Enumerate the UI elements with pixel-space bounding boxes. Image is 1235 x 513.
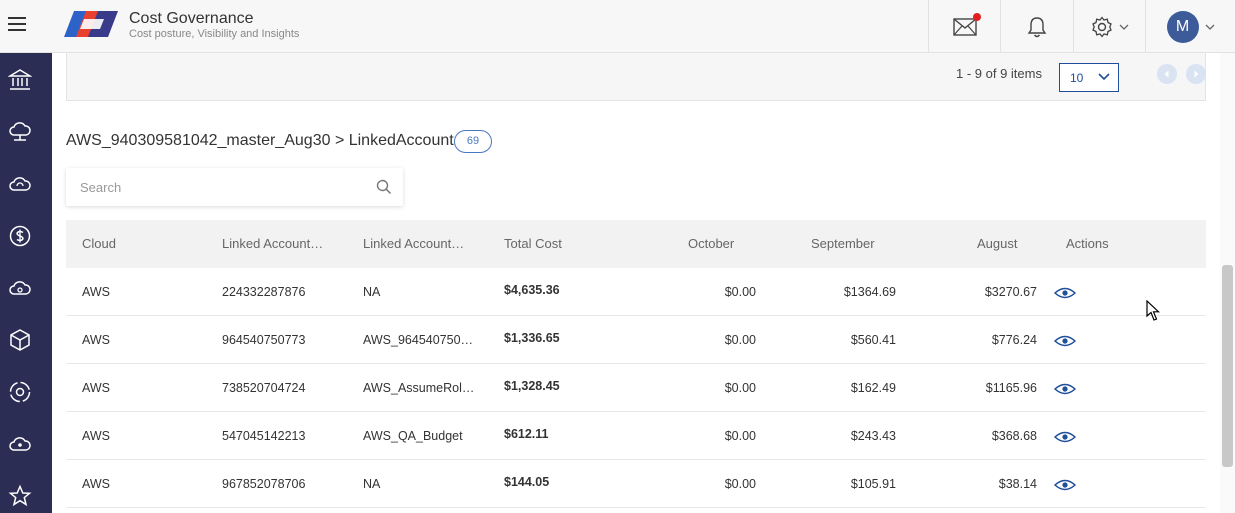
items-count: 1 - 9 of 9 items: [956, 66, 1042, 81]
view-eye-icon[interactable]: [1054, 287, 1076, 299]
cell-total-cost: $1,336.65: [504, 331, 560, 345]
user-menu-button[interactable]: M: [1145, 0, 1235, 53]
table-row: AWS 224332287876 NA $4,635.36 $0.00 $136…: [66, 268, 1206, 316]
settings-button[interactable]: [1073, 0, 1145, 53]
cell-august: $38.14: [998, 477, 1037, 491]
page-size-value: 10: [1070, 71, 1084, 85]
cloud-sync-icon[interactable]: [8, 172, 32, 196]
breadcrumb: AWS_940309581042_master_Aug30 > LinkedAc…: [66, 132, 454, 149]
search-icon[interactable]: [376, 179, 392, 195]
cell-october: $0.00: [724, 477, 756, 491]
table-row: AWS 964540750773 AWS_964540750… $1,336.6…: [66, 316, 1206, 364]
pagination-panel: 1 - 9 of 9 items 10: [66, 53, 1206, 101]
mail-icon: [952, 17, 977, 36]
cell-september: $105.91: [850, 477, 896, 491]
cell-september: $162.49: [850, 381, 896, 395]
column-header-linked-account-name[interactable]: Linked Account…: [363, 236, 464, 251]
table-row: AWS 967852078706 NA $144.05 $0.00 $105.9…: [66, 460, 1206, 508]
cell-august: $3270.67: [984, 285, 1037, 299]
count-badge: 69: [454, 130, 492, 153]
app-logo: [64, 11, 118, 37]
cell-account-name: NA: [363, 285, 381, 299]
cell-october: $0.00: [724, 285, 756, 299]
cell-october: $0.00: [724, 333, 756, 347]
chevron-down-icon: [1205, 24, 1214, 30]
column-header-actions: Actions: [1066, 236, 1109, 251]
top-header: Cost Governance Cost posture, Visibility…: [0, 0, 1235, 53]
prev-page-button[interactable]: [1157, 64, 1177, 84]
app-title: Cost Governance: [129, 10, 254, 27]
cell-total-cost: $612.11: [504, 427, 549, 441]
avatar: M: [1166, 10, 1199, 43]
column-header-cloud[interactable]: Cloud: [82, 236, 116, 251]
mail-button[interactable]: [928, 0, 1000, 53]
column-header-september[interactable]: September: [811, 236, 875, 251]
cell-account-id: 738520704724: [222, 381, 306, 395]
cell-cloud: AWS: [82, 381, 111, 395]
main-content: 1 - 9 of 9 items 10 AWS_940309581042_mas…: [52, 53, 1220, 513]
cell-account-id: 964540750773: [222, 333, 306, 347]
cell-october: $0.00: [724, 429, 756, 443]
column-header-october[interactable]: October: [688, 236, 734, 251]
view-eye-icon[interactable]: [1054, 383, 1076, 395]
cell-account-name: NA: [363, 477, 381, 491]
cell-account-id: 224332287876: [222, 285, 306, 299]
linked-accounts-table: Cloud Linked Account… Linked Account… To…: [66, 220, 1206, 508]
view-eye-icon[interactable]: [1054, 335, 1076, 347]
view-eye-icon[interactable]: [1054, 479, 1076, 491]
chevron-right-icon: [1194, 70, 1199, 78]
cell-september: $560.41: [850, 333, 896, 347]
app-subtitle: Cost posture, Visibility and Insights: [129, 28, 300, 40]
search-box: [66, 168, 403, 206]
cloud-network-icon[interactable]: [8, 120, 32, 144]
cell-account-name: AWS_964540750…: [363, 333, 474, 347]
bank-icon[interactable]: [8, 68, 32, 92]
cloud-people-icon[interactable]: [8, 432, 32, 456]
column-header-august[interactable]: August: [977, 236, 1017, 251]
cell-august: $1165.96: [985, 381, 1037, 395]
chevron-down-icon: [1098, 73, 1110, 81]
table-row: AWS 547045142213 AWS_QA_Budget $612.11 $…: [66, 412, 1206, 460]
scrollbar-thumb[interactable]: [1222, 265, 1233, 467]
cell-account-id: 547045142213: [222, 429, 306, 443]
menu-icon[interactable]: [8, 17, 26, 33]
cell-total-cost: $1,328.45: [504, 379, 560, 393]
cell-account-name: AWS_AssumeRol…: [363, 381, 475, 395]
chevron-down-icon: [1119, 24, 1128, 30]
cell-cloud: AWS: [82, 285, 111, 299]
cell-total-cost: $144.05: [504, 475, 550, 489]
bell-icon: [1027, 16, 1047, 37]
cell-september: $1364.69: [843, 285, 896, 299]
page-size-select[interactable]: 10: [1059, 63, 1119, 92]
dollar-icon[interactable]: [8, 224, 32, 248]
chevron-left-icon: [1164, 70, 1169, 78]
cell-october: $0.00: [724, 381, 756, 395]
notifications-button[interactable]: [1000, 0, 1073, 53]
cell-account-name: AWS_QA_Budget: [363, 429, 463, 443]
cell-total-cost: $4,635.36: [504, 283, 560, 297]
next-page-button[interactable]: [1186, 64, 1206, 84]
gear-icon: [1091, 15, 1112, 38]
view-eye-icon[interactable]: [1054, 431, 1076, 443]
cell-august: $776.24: [991, 333, 1037, 347]
cell-august: $368.68: [991, 429, 1037, 443]
notification-dot: [973, 13, 981, 21]
table-row: AWS 738520704724 AWS_AssumeRol… $1,328.4…: [66, 364, 1206, 412]
cell-cloud: AWS: [82, 429, 111, 443]
column-header-total-cost[interactable]: Total Cost: [504, 236, 562, 251]
cell-account-id: 967852078706: [222, 477, 306, 491]
cloud-upload-icon[interactable]: [8, 276, 32, 300]
cell-cloud: AWS: [82, 333, 111, 347]
star-icon[interactable]: [8, 484, 32, 508]
cell-cloud: AWS: [82, 477, 111, 491]
table-header: Cloud Linked Account… Linked Account… To…: [66, 220, 1206, 268]
cube-icon[interactable]: [8, 328, 32, 352]
cell-september: $243.43: [850, 429, 896, 443]
search-input[interactable]: [80, 178, 360, 196]
mouse-cursor-icon: [1146, 300, 1160, 321]
gear-cycle-icon[interactable]: [8, 380, 32, 404]
sidebar: [0, 53, 52, 513]
column-header-linked-account-id[interactable]: Linked Account…: [222, 236, 323, 251]
